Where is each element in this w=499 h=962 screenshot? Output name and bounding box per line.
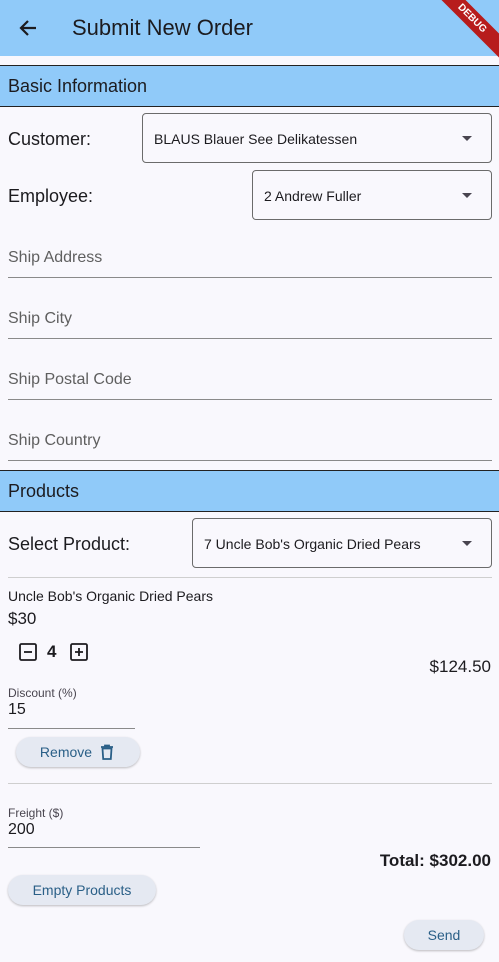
empty-products-button[interactable]: Empty Products bbox=[8, 875, 156, 905]
remove-product-button[interactable]: Remove bbox=[16, 737, 140, 767]
ship-postal-code-field[interactable]: Ship Postal Code bbox=[8, 361, 492, 400]
send-button[interactable]: Send bbox=[404, 920, 484, 950]
section-title: Basic Information bbox=[8, 76, 148, 96]
employee-label: Employee: bbox=[8, 186, 94, 206]
ship-city-field[interactable]: Ship City bbox=[8, 300, 492, 339]
products-header: Products bbox=[0, 470, 499, 512]
ship-address-placeholder: Ship Address bbox=[8, 249, 103, 266]
product-name: Uncle Bob's Organic Dried Pears bbox=[8, 588, 213, 604]
ship-address-field[interactable]: Ship Address bbox=[8, 239, 492, 278]
customer-label: Customer: bbox=[8, 129, 92, 149]
dropdown-arrow-icon bbox=[462, 193, 472, 198]
dropdown-arrow-icon bbox=[462, 541, 472, 546]
discount-input[interactable]: 15 bbox=[8, 699, 135, 729]
divider bbox=[8, 783, 492, 784]
quantity-value: 4 bbox=[47, 642, 57, 661]
decrease-quantity-button[interactable] bbox=[18, 642, 38, 662]
empty-products-label: Empty Products bbox=[32, 882, 132, 898]
send-label: Send bbox=[427, 927, 461, 943]
basic-information-header: Basic Information bbox=[0, 65, 499, 107]
customer-dropdown[interactable]: BLAUS Blauer See Delikatessen bbox=[142, 113, 492, 163]
discount-value: 15 bbox=[8, 701, 26, 718]
product-dropdown[interactable]: 7 Uncle Bob's Organic Dried Pears bbox=[192, 518, 492, 568]
dropdown-arrow-icon bbox=[462, 136, 472, 141]
section-title: Products bbox=[8, 481, 80, 501]
product-price: $30 bbox=[8, 609, 37, 628]
remove-label: Remove bbox=[39, 744, 93, 760]
ship-country-placeholder: Ship Country bbox=[8, 432, 101, 449]
select-product-label: Select Product: bbox=[8, 534, 131, 554]
minus-box-icon bbox=[19, 643, 37, 661]
trash-icon bbox=[101, 744, 114, 760]
back-button[interactable] bbox=[14, 14, 42, 42]
order-total: Total: $302.00 bbox=[379, 851, 491, 870]
line-total: $124.50 bbox=[429, 657, 491, 676]
ship-city-placeholder: Ship City bbox=[8, 310, 73, 327]
ship-country-field[interactable]: Ship Country bbox=[8, 422, 492, 461]
freight-value: 200 bbox=[8, 821, 35, 838]
increase-quantity-button[interactable] bbox=[69, 642, 89, 662]
freight-input[interactable]: 200 bbox=[8, 819, 200, 848]
employee-value: 2 Andrew Fuller bbox=[264, 188, 362, 204]
ship-postal-placeholder: Ship Postal Code bbox=[8, 371, 132, 388]
customer-value: BLAUS Blauer See Delikatessen bbox=[154, 131, 358, 147]
employee-dropdown[interactable]: 2 Andrew Fuller bbox=[252, 170, 492, 220]
divider bbox=[8, 577, 492, 578]
discount-label: Discount (%) bbox=[8, 686, 77, 700]
arrow-back-icon bbox=[19, 20, 36, 36]
page-title: Submit New Order bbox=[72, 15, 253, 40]
freight-label: Freight ($) bbox=[8, 806, 64, 820]
product-value: 7 Uncle Bob's Organic Dried Pears bbox=[204, 536, 421, 552]
plus-box-icon bbox=[70, 643, 88, 661]
